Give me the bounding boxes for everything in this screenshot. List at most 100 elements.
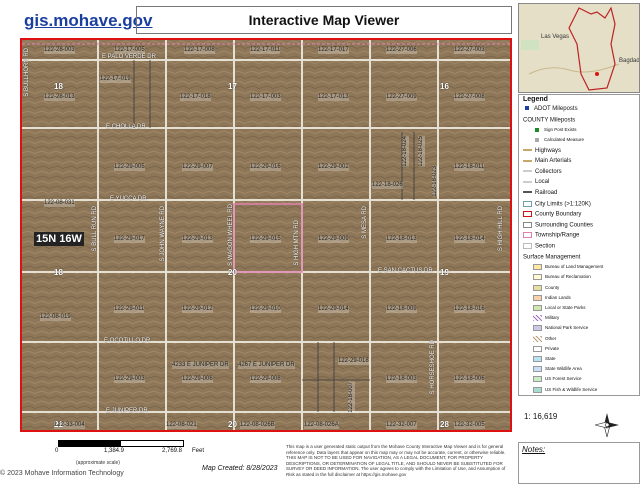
parcel-label[interactable]: 122-08-031 <box>44 200 75 207</box>
parcel-label[interactable]: 122-18-016 <box>454 306 485 313</box>
parcel-label[interactable]: 122-17-005 <box>114 47 145 54</box>
parcel-label[interactable]: 122-29-010 <box>250 306 281 313</box>
parcel-label[interactable]: 122-18-011 <box>454 164 485 171</box>
parcel-label[interactable]: 122-29-008 <box>250 376 281 383</box>
parcel-label[interactable]: 122-17-011 <box>250 47 281 54</box>
parcel-label[interactable]: 122-29-003 <box>114 376 145 383</box>
legend-label: Highways <box>535 147 562 154</box>
road-label: E PALO VERDE DR <box>102 54 156 60</box>
section-number: 19 <box>440 268 449 277</box>
legend-label: County Boundary <box>535 211 582 218</box>
parcel-label[interactable]: 122-29-002 <box>318 164 349 171</box>
legend-item: Highways <box>523 148 561 154</box>
parcel-label[interactable]: 122-18-003 <box>386 376 417 383</box>
parcel-label[interactable]: 122-29-011 <box>114 306 145 313</box>
parcel-label[interactable]: 122-17-019 <box>100 76 131 83</box>
parcel-label[interactable]: 122-29-018 <box>338 358 369 365</box>
parcel-label[interactable]: 122-29-015 <box>250 236 281 243</box>
parcel-label[interactable]: 122-17-003 <box>250 94 281 101</box>
legend-item: Local <box>523 179 549 185</box>
parcel-label[interactable]: 122-08-021 <box>166 422 197 429</box>
legend-label: Collectors <box>535 168 562 175</box>
site-link[interactable]: gis.mohave.gov <box>24 11 152 31</box>
road-label: S HIGH HILL RD <box>498 206 504 252</box>
section-number: 16 <box>440 82 449 91</box>
legend-item: County <box>533 284 559 291</box>
parcel-label[interactable]: 122-29-016 <box>250 164 281 171</box>
parcel-label[interactable]: 122-17-013 <box>318 94 349 101</box>
legend-item: Surface Management <box>523 254 581 261</box>
map-created-date: Map Created: 8/28/2023 <box>202 465 278 472</box>
legend-item: County Boundary <box>523 211 581 218</box>
parcel-label[interactable]: 122-17-017 <box>318 47 349 54</box>
parcel-label[interactable]: 122-29-009 <box>318 236 349 243</box>
legend-item: Section <box>523 243 555 250</box>
parcel-label[interactable]: 122-18-006 <box>454 376 485 383</box>
parcel-label[interactable]: 122-27-006 <box>386 47 417 54</box>
legend-item: Bureau of Land Management <box>533 264 603 271</box>
legend-swatch <box>523 211 532 218</box>
parcel-label[interactable]: 122-18-026 <box>372 182 403 189</box>
parcel-label[interactable]: 122-18-007 <box>348 382 355 413</box>
disclaimer-text: This map is a user generated static outp… <box>286 444 506 477</box>
section-number: 17 <box>228 82 237 91</box>
legend-swatch <box>533 386 542 393</box>
parcel-label[interactable]: 122-17-008 <box>184 47 215 54</box>
road-label: S JOHN WAYNE RD <box>160 206 166 262</box>
parcel-label[interactable]: 122-28-003 <box>44 47 75 54</box>
map-view[interactable]: 18 17 16 18 20 19 21 20 28 15N 16W 122-2… <box>20 38 512 432</box>
parcel-label[interactable]: 122-29-006 <box>182 376 213 383</box>
township-label: 15N 16W <box>34 232 84 246</box>
parcel-label[interactable]: 122-08-026A <box>304 422 339 429</box>
legend-title: Legend <box>523 96 548 103</box>
locator-city: Las Vegas <box>541 34 570 40</box>
legend-label: ADOT Mileposts <box>534 106 578 112</box>
credit-text: © 2023 Mohave Information Technology <box>0 470 124 477</box>
legend-item: COUNTY Mileposts <box>523 117 575 123</box>
legend-swatch <box>533 376 542 383</box>
parcel-label[interactable]: 122-32-007 <box>386 422 417 429</box>
parcel-label[interactable]: 122-18-013 <box>386 236 417 243</box>
parcel-label[interactable]: 122-18-009 <box>386 306 417 313</box>
parcel-label[interactable]: 122-29-013 <box>182 236 213 243</box>
parcel-label[interactable]: 122-29-017 <box>114 236 145 243</box>
legend-label: Indian Lands <box>545 294 571 300</box>
map-scale-ratio: 1: 16,619 <box>524 412 558 421</box>
road-label: S BULLHORN RD <box>24 48 30 97</box>
north-arrow-icon <box>594 412 620 438</box>
parcel-label[interactable]: 122-27-009 <box>386 94 417 101</box>
address-label: 4233 E JUNIPER DR <box>172 362 229 369</box>
parcel-label[interactable]: 122-18-023 <box>432 166 439 197</box>
legend-item: Private <box>533 345 559 352</box>
parcel-label[interactable]: 122-27-003 <box>454 47 485 54</box>
parcel-label[interactable]: 122-32-005 <box>454 422 485 429</box>
legend-label: Surface Management <box>523 254 581 261</box>
road-label: S HIGH MTN RD <box>294 220 300 266</box>
legend-swatch <box>533 335 542 342</box>
road-label: E YUCCA DR <box>110 196 147 202</box>
parcel-label[interactable]: 122-08-026B <box>240 422 275 429</box>
parcel-label[interactable]: 122-28-013 <box>44 94 75 101</box>
road-label: E CHOLLA DR <box>106 124 146 130</box>
legend-item: US Fish & Wildlife Service <box>533 386 597 393</box>
road-label: S BULL RUN RD <box>92 206 98 252</box>
locator-map[interactable]: Las Vegas Bagdad <box>518 3 640 93</box>
scale-approx-note: (approximate scale) <box>76 460 120 466</box>
road-label: E SAN CACTUS DR <box>378 268 433 274</box>
parcel-label[interactable]: 122-29-014 <box>318 306 349 313</box>
legend-swatch <box>523 170 532 173</box>
legend-label: Railroad <box>535 190 558 196</box>
parcel-label[interactable]: 122-18-024 <box>402 136 409 167</box>
parcel-label[interactable]: 122-08-019 <box>40 314 71 321</box>
parcel-label[interactable]: 122-33-004 <box>54 422 85 429</box>
legend-swatch <box>533 294 542 301</box>
parcel-label[interactable]: 122-29-005 <box>114 164 145 171</box>
parcel-label[interactable]: 122-18-025 <box>418 136 425 167</box>
parcel-label[interactable]: 122-17-018 <box>180 94 211 101</box>
legend-swatch <box>523 200 532 207</box>
parcel-label[interactable]: 122-27-008 <box>454 94 485 101</box>
parcel-label[interactable]: 122-29-007 <box>182 164 213 171</box>
locator-city: Bagdad <box>619 58 640 64</box>
parcel-label[interactable]: 122-29-012 <box>182 306 213 313</box>
parcel-label[interactable]: 122-18-014 <box>454 236 485 243</box>
